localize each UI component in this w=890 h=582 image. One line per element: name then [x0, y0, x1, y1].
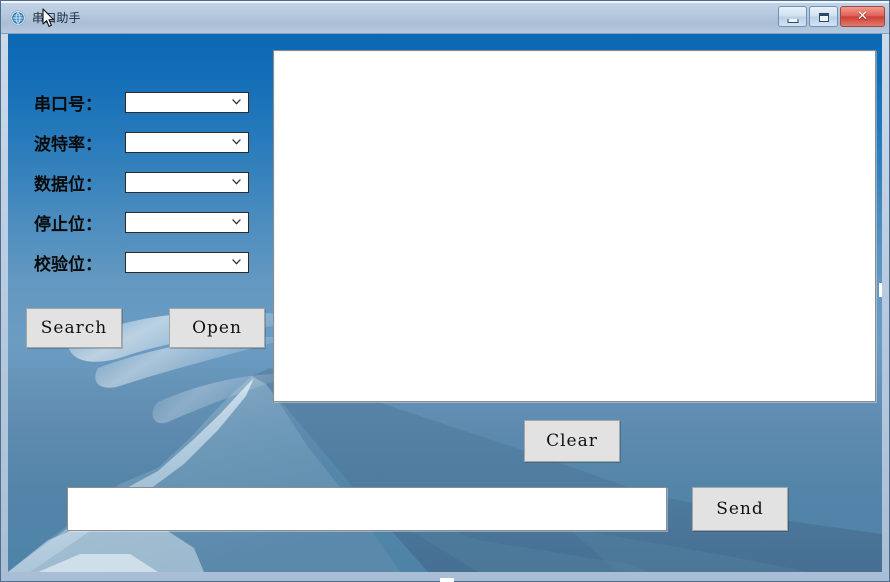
combo-stop-bits[interactable]: [125, 211, 249, 233]
title-bar[interactable]: 串口助手 ✕: [1, 1, 889, 34]
label-port-number: 串口号：: [34, 94, 102, 115]
send-button[interactable]: Send: [692, 487, 788, 531]
titlebar-highlight: [1, 1, 889, 3]
combo-port-number[interactable]: [125, 91, 249, 113]
maximize-button[interactable]: [809, 6, 838, 27]
combo-parity-bit[interactable]: [125, 251, 249, 273]
combo-data-bits[interactable]: [125, 171, 249, 193]
send-input[interactable]: [67, 487, 667, 531]
chevron-down-icon: [232, 99, 241, 105]
minimize-button[interactable]: [778, 6, 807, 27]
receive-textarea[interactable]: [273, 50, 876, 402]
chevron-down-icon: [232, 259, 241, 265]
label-stop-bits: 停止位：: [34, 214, 102, 235]
label-parity-bit: 校验位：: [34, 254, 102, 275]
chevron-down-icon: [232, 179, 241, 185]
globe-icon: [10, 10, 26, 26]
window-controls: ✕: [778, 6, 885, 28]
clear-button[interactable]: Clear: [524, 420, 620, 462]
window-title: 串口助手: [32, 11, 81, 25]
label-baud-rate: 波特率：: [34, 134, 102, 155]
bottom-edge-notch: [440, 578, 454, 582]
open-button[interactable]: Open: [169, 308, 265, 348]
combo-baud-rate[interactable]: [125, 131, 249, 153]
client-area: 串口号： 波特率： 数据位： 停止位： 校验位： Search Open Cle…: [8, 34, 882, 572]
close-icon: ✕: [857, 9, 868, 24]
right-edge-notch: [879, 283, 882, 297]
minimize-icon: [787, 19, 798, 23]
chevron-down-icon: [232, 219, 241, 225]
label-data-bits: 数据位：: [34, 174, 102, 195]
search-button[interactable]: Search: [26, 308, 122, 348]
serial-assistant-window: 串口助手 ✕ 串口号： 波特率： 数据位： 停止位： 校验位： Search O…: [0, 0, 890, 582]
chevron-down-icon: [232, 139, 241, 145]
maximize-icon: [818, 13, 829, 22]
close-button[interactable]: ✕: [840, 6, 885, 27]
